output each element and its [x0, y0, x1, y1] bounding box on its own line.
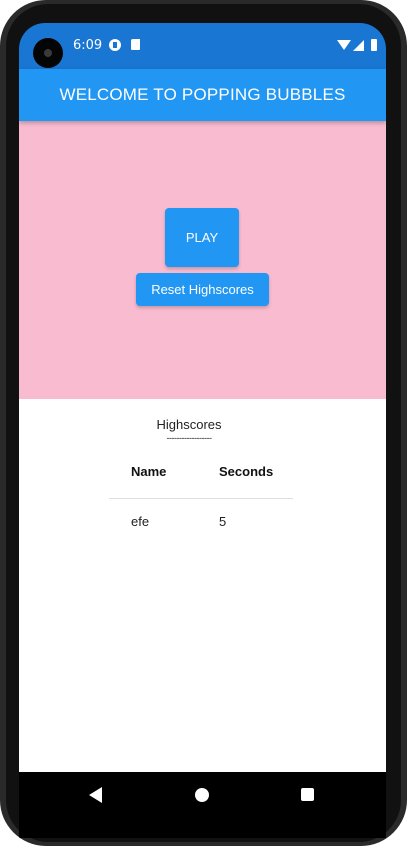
app-bar: WELCOME TO POPPING BUBBLES: [19, 69, 386, 121]
recent-apps-icon[interactable]: [301, 788, 314, 801]
back-icon[interactable]: [89, 787, 102, 803]
camera-icon: [33, 38, 63, 68]
screen: 6:09 WELCOME TO POPPING BUBBLES PLAY Res…: [19, 23, 386, 838]
column-header-name: Name: [131, 464, 167, 479]
app-title: WELCOME TO POPPING BUBBLES: [59, 85, 346, 104]
highscores-panel: Highscores ------------------ Name Secon…: [19, 399, 386, 772]
status-time: 6:09: [73, 38, 103, 53]
navigation-bar: [19, 772, 386, 838]
highscores-title: Highscores: [156, 417, 222, 432]
phone-frame: 6:09 WELCOME TO POPPING BUBBLES PLAY Res…: [0, 0, 407, 846]
table-cell-name: efe: [131, 514, 150, 529]
status-bar: 6:09: [19, 23, 386, 69]
table-cell-seconds: 5: [219, 514, 227, 529]
wifi-icon: [337, 40, 351, 50]
reset-highscores-button[interactable]: Reset Highscores: [136, 273, 269, 306]
battery-icon: [371, 39, 377, 51]
notification-icon: [109, 39, 121, 51]
highscores-divider: ------------------: [166, 433, 212, 443]
table-divider: [109, 498, 293, 499]
home-icon[interactable]: [195, 788, 209, 802]
play-button[interactable]: PLAY: [165, 208, 239, 267]
signal-icon: [353, 40, 364, 51]
sd-card-icon: [131, 39, 140, 50]
game-area: PLAY Reset Highscores: [19, 121, 386, 399]
column-header-seconds: Seconds: [219, 464, 274, 479]
